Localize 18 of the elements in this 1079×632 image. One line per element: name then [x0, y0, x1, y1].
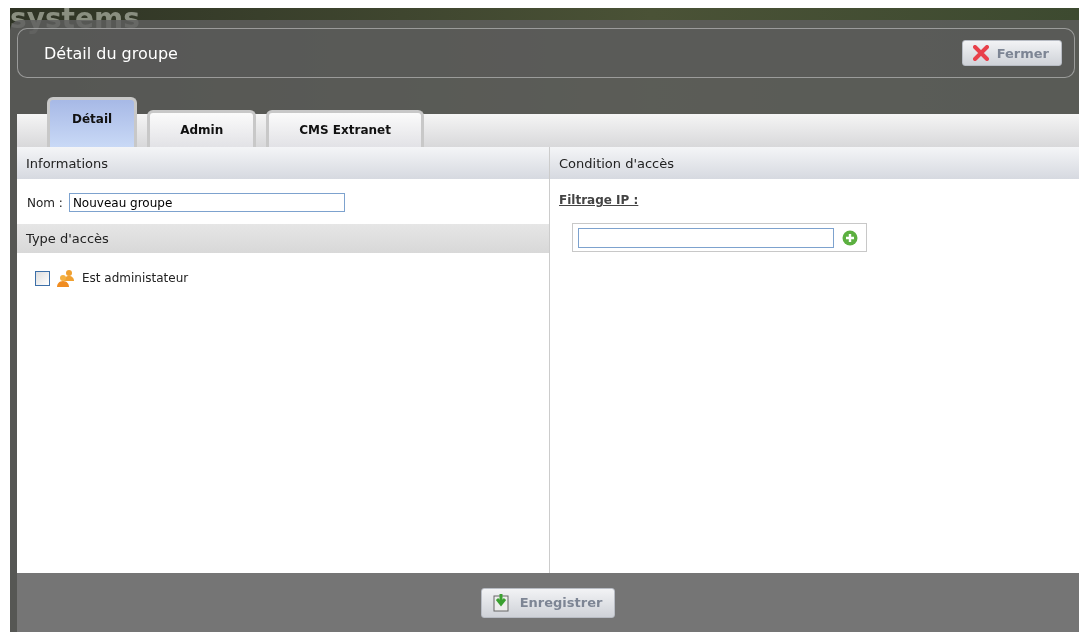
- add-icon[interactable]: [842, 229, 858, 246]
- section-heading: Condition d'accès: [550, 147, 1079, 179]
- checkbox[interactable]: [35, 270, 50, 286]
- tab[interactable]: Détail: [47, 97, 138, 147]
- section-heading: Type d'accès: [17, 224, 549, 253]
- users-icon: [56, 269, 76, 287]
- name-field[interactable]: Nouveau groupe: [68, 193, 345, 212]
- checkbox-label: Est administateur: [82, 271, 189, 285]
- tab[interactable]: CMS Extranet: [266, 110, 424, 147]
- section-heading: Informations: [17, 147, 549, 179]
- tab[interactable]: Admin: [147, 110, 257, 147]
- ip-field[interactable]: [578, 227, 834, 248]
- field-label: Nom :: [27, 195, 63, 210]
- brand-text: systems: [10, 8, 140, 35]
- close-icon: [972, 45, 989, 61]
- dialog-title: Détail du groupe: [44, 43, 178, 63]
- save-icon: [491, 592, 512, 613]
- field-label: Filtrage IP :: [559, 193, 640, 207]
